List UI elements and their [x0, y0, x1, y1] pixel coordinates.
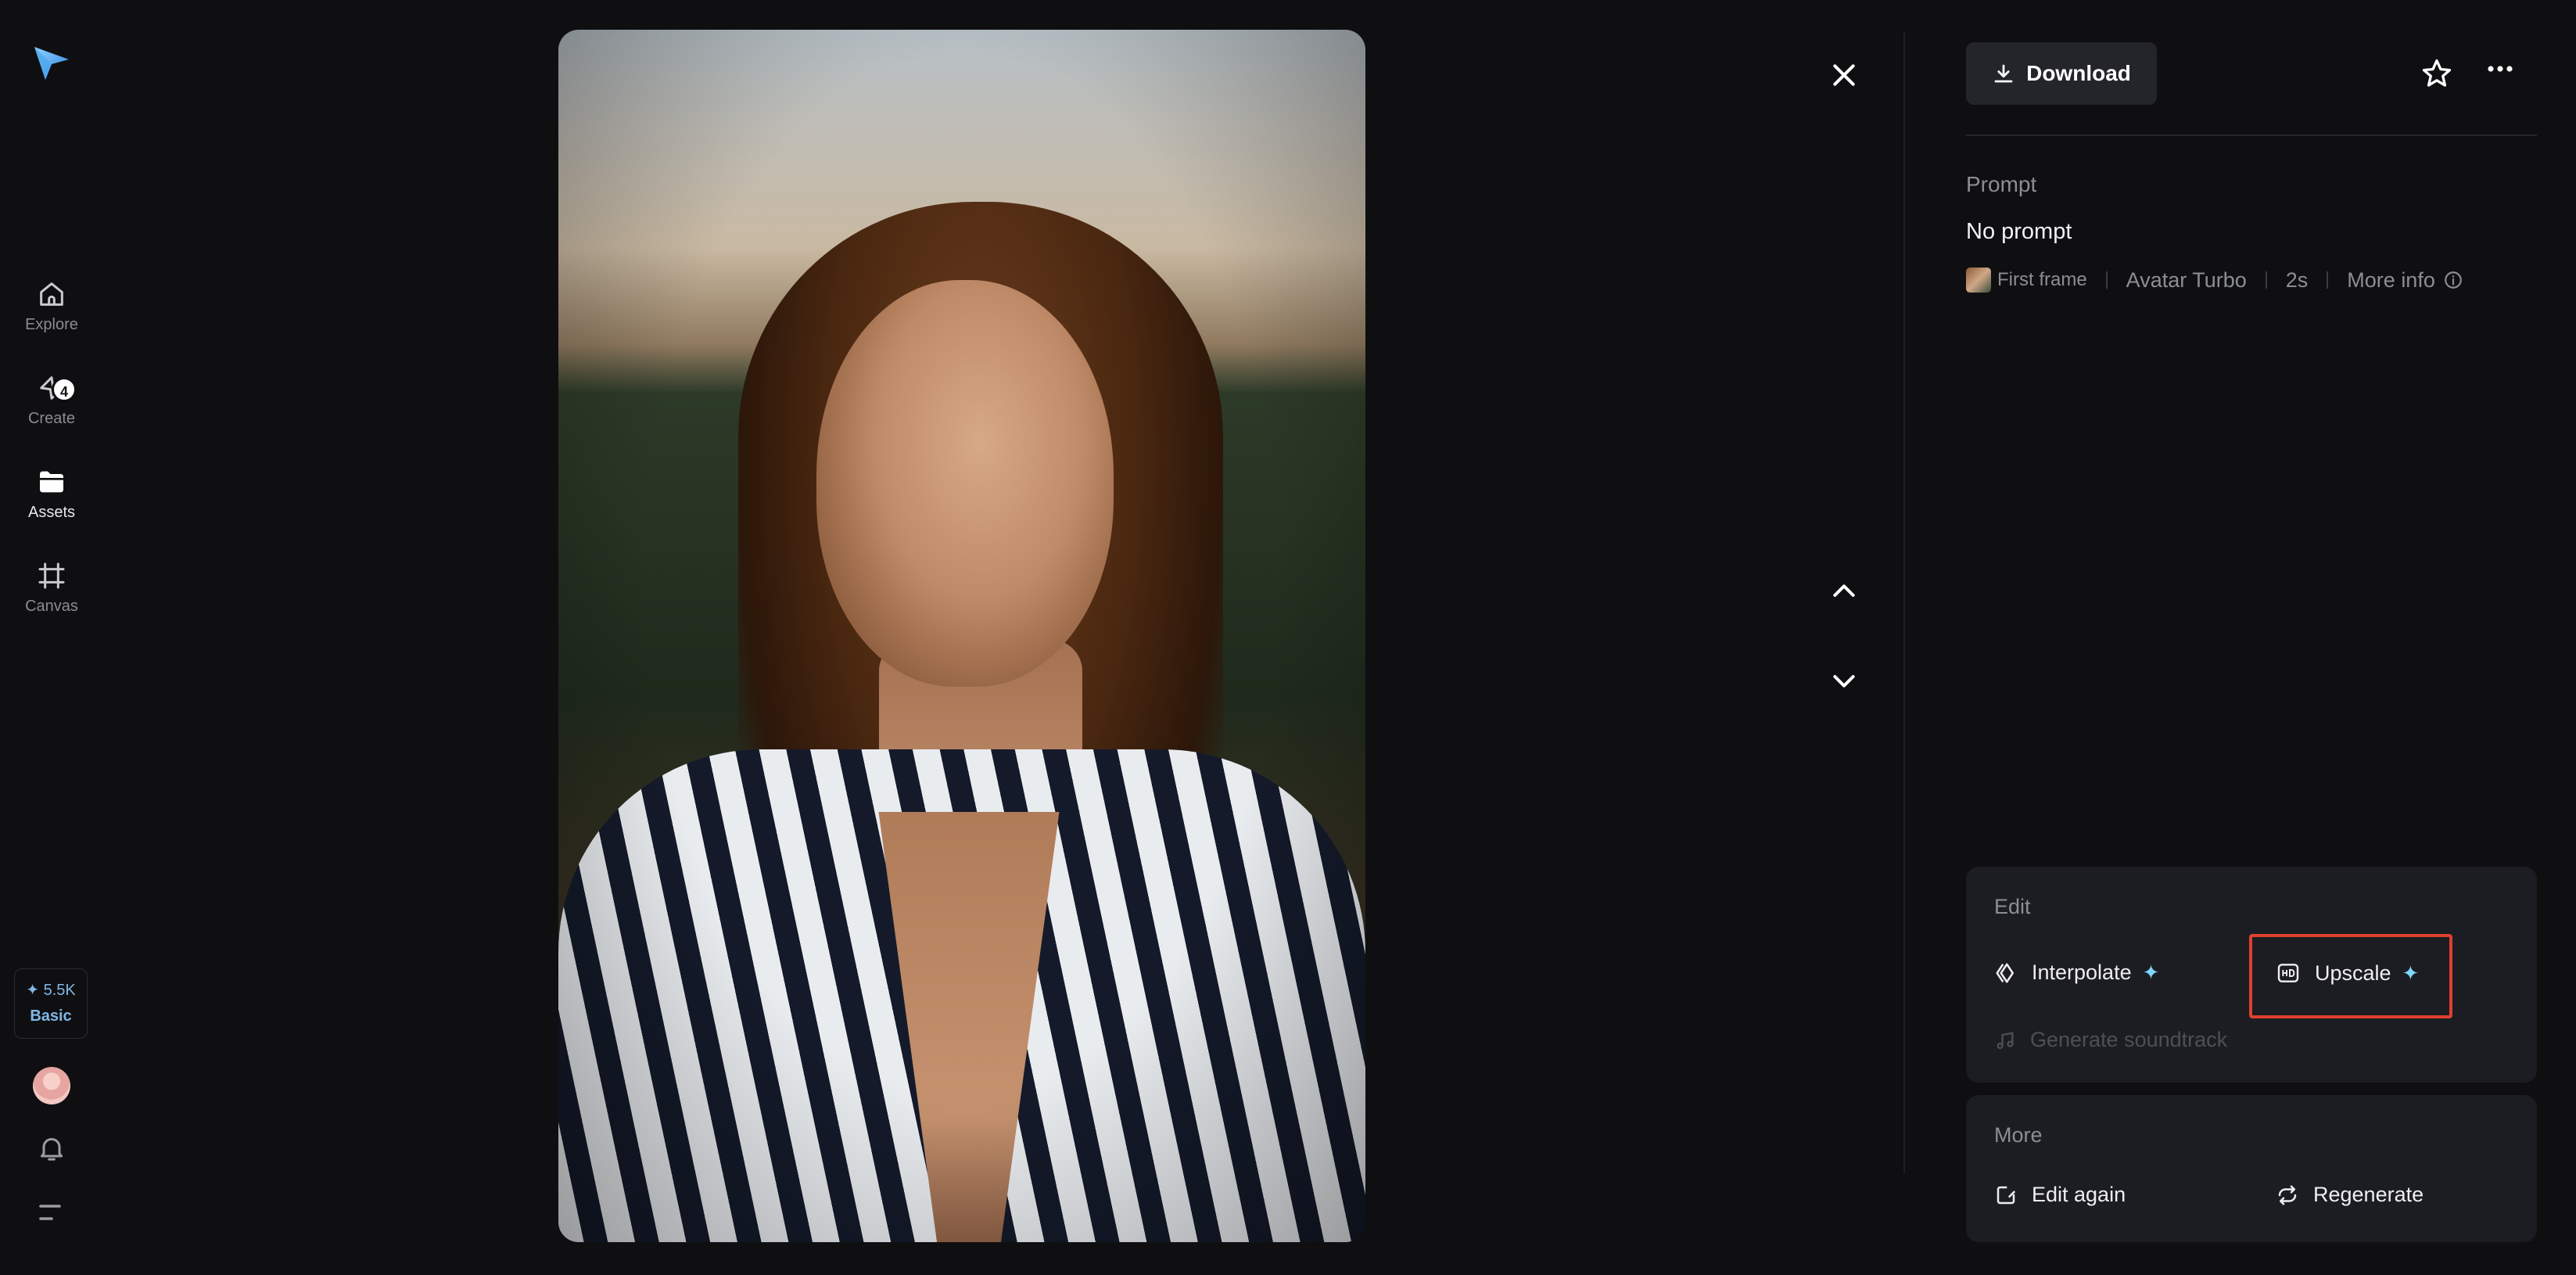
close-icon[interactable] — [1828, 59, 1860, 91]
video-preview[interactable] — [558, 30, 1365, 1242]
edit-section-title: Edit — [1994, 895, 2031, 918]
chevron-down-icon[interactable] — [1828, 665, 1860, 696]
meta-separator — [2265, 271, 2267, 289]
sidebar-item-explore[interactable]: Explore — [0, 278, 103, 334]
upscale-label: Upscale — [2315, 961, 2391, 985]
credits-amount: ✦ 5.5K — [26, 982, 76, 999]
edit-again-button[interactable]: Edit again — [1994, 1183, 2126, 1207]
sidebar-item-label: Explore — [25, 316, 78, 333]
generate-soundtrack-button[interactable]: Generate soundtrack — [1994, 1028, 2227, 1052]
preview-vignette — [558, 30, 1365, 1242]
sidebar: Explore 4 Create Assets Canvas ✦ 5.5K Ba… — [0, 0, 103, 1275]
hd-icon — [2277, 964, 2299, 982]
edit-section: Edit Interpolate ✦ Upscale ✦ Generate so… — [1966, 867, 2537, 1083]
menu-icon[interactable] — [38, 1200, 66, 1225]
music-note-icon — [1997, 1032, 2014, 1049]
sparkle-icon: ✦ — [2142, 961, 2160, 984]
download-button[interactable]: Download — [1966, 42, 2157, 105]
first-frame-label[interactable]: First frame — [1997, 269, 2087, 291]
first-frame-thumbnail[interactable] — [1966, 268, 1991, 293]
more-options-icon[interactable] — [2487, 64, 2513, 74]
more-info-link[interactable]: More info — [2347, 268, 2435, 293]
duration-value: 2s — [2285, 268, 2309, 292]
logo-icon[interactable] — [31, 39, 72, 83]
generate-soundtrack-label: Generate soundtrack — [2030, 1028, 2228, 1051]
chevron-up-icon[interactable] — [1828, 576, 1860, 607]
sidebar-item-label: Canvas — [25, 598, 78, 615]
download-icon — [1994, 64, 2013, 83]
download-label: Download — [2026, 61, 2131, 85]
bell-icon[interactable] — [36, 1133, 67, 1164]
meta-separator — [2327, 271, 2329, 289]
sidebar-item-label: Create — [27, 410, 76, 427]
more-section: More Edit again Regenerate — [1966, 1095, 2537, 1242]
folder-icon — [40, 471, 63, 493]
avatar[interactable] — [33, 1067, 70, 1104]
edit-again-label: Edit again — [2032, 1183, 2126, 1206]
prompt-text: No prompt — [1966, 219, 2072, 244]
interpolate-label: Interpolate — [2032, 961, 2132, 984]
panel-divider — [1903, 31, 1905, 1173]
interpolate-button[interactable]: Interpolate ✦ — [1994, 961, 2159, 985]
sidebar-item-create[interactable]: 4 Create — [0, 372, 103, 428]
credits-badge[interactable]: ✦ 5.5K Basic — [14, 968, 88, 1039]
more-section-title: More — [1994, 1123, 2043, 1147]
regenerate-icon — [2278, 1185, 2297, 1205]
star-icon[interactable] — [2420, 56, 2454, 91]
sidebar-item-canvas[interactable]: Canvas — [0, 560, 103, 616]
create-count-badge: 4 — [52, 377, 77, 402]
sidebar-item-assets[interactable]: Assets — [0, 466, 103, 522]
info-icon[interactable] — [2443, 270, 2463, 290]
upscale-button[interactable]: Upscale ✦ — [2276, 961, 2419, 986]
model-name: Avatar Turbo — [2126, 268, 2247, 292]
header-divider — [1966, 135, 2537, 136]
regenerate-label: Regenerate — [2313, 1183, 2424, 1206]
meta-separator — [2105, 271, 2108, 289]
sparkle-icon: ✦ — [2402, 961, 2420, 985]
interpolate-icon — [1996, 963, 2014, 982]
regenerate-button[interactable]: Regenerate — [2276, 1183, 2424, 1207]
edit-again-icon — [1997, 1186, 2016, 1204]
sidebar-item-label: Assets — [27, 504, 76, 521]
prompt-label: Prompt — [1966, 172, 2037, 196]
canvas-icon — [38, 562, 65, 589]
plan-label: Basic — [30, 1007, 72, 1025]
home-icon — [40, 282, 63, 306]
generation-meta: First frame Avatar Turbo 2s More info — [1966, 264, 2463, 296]
